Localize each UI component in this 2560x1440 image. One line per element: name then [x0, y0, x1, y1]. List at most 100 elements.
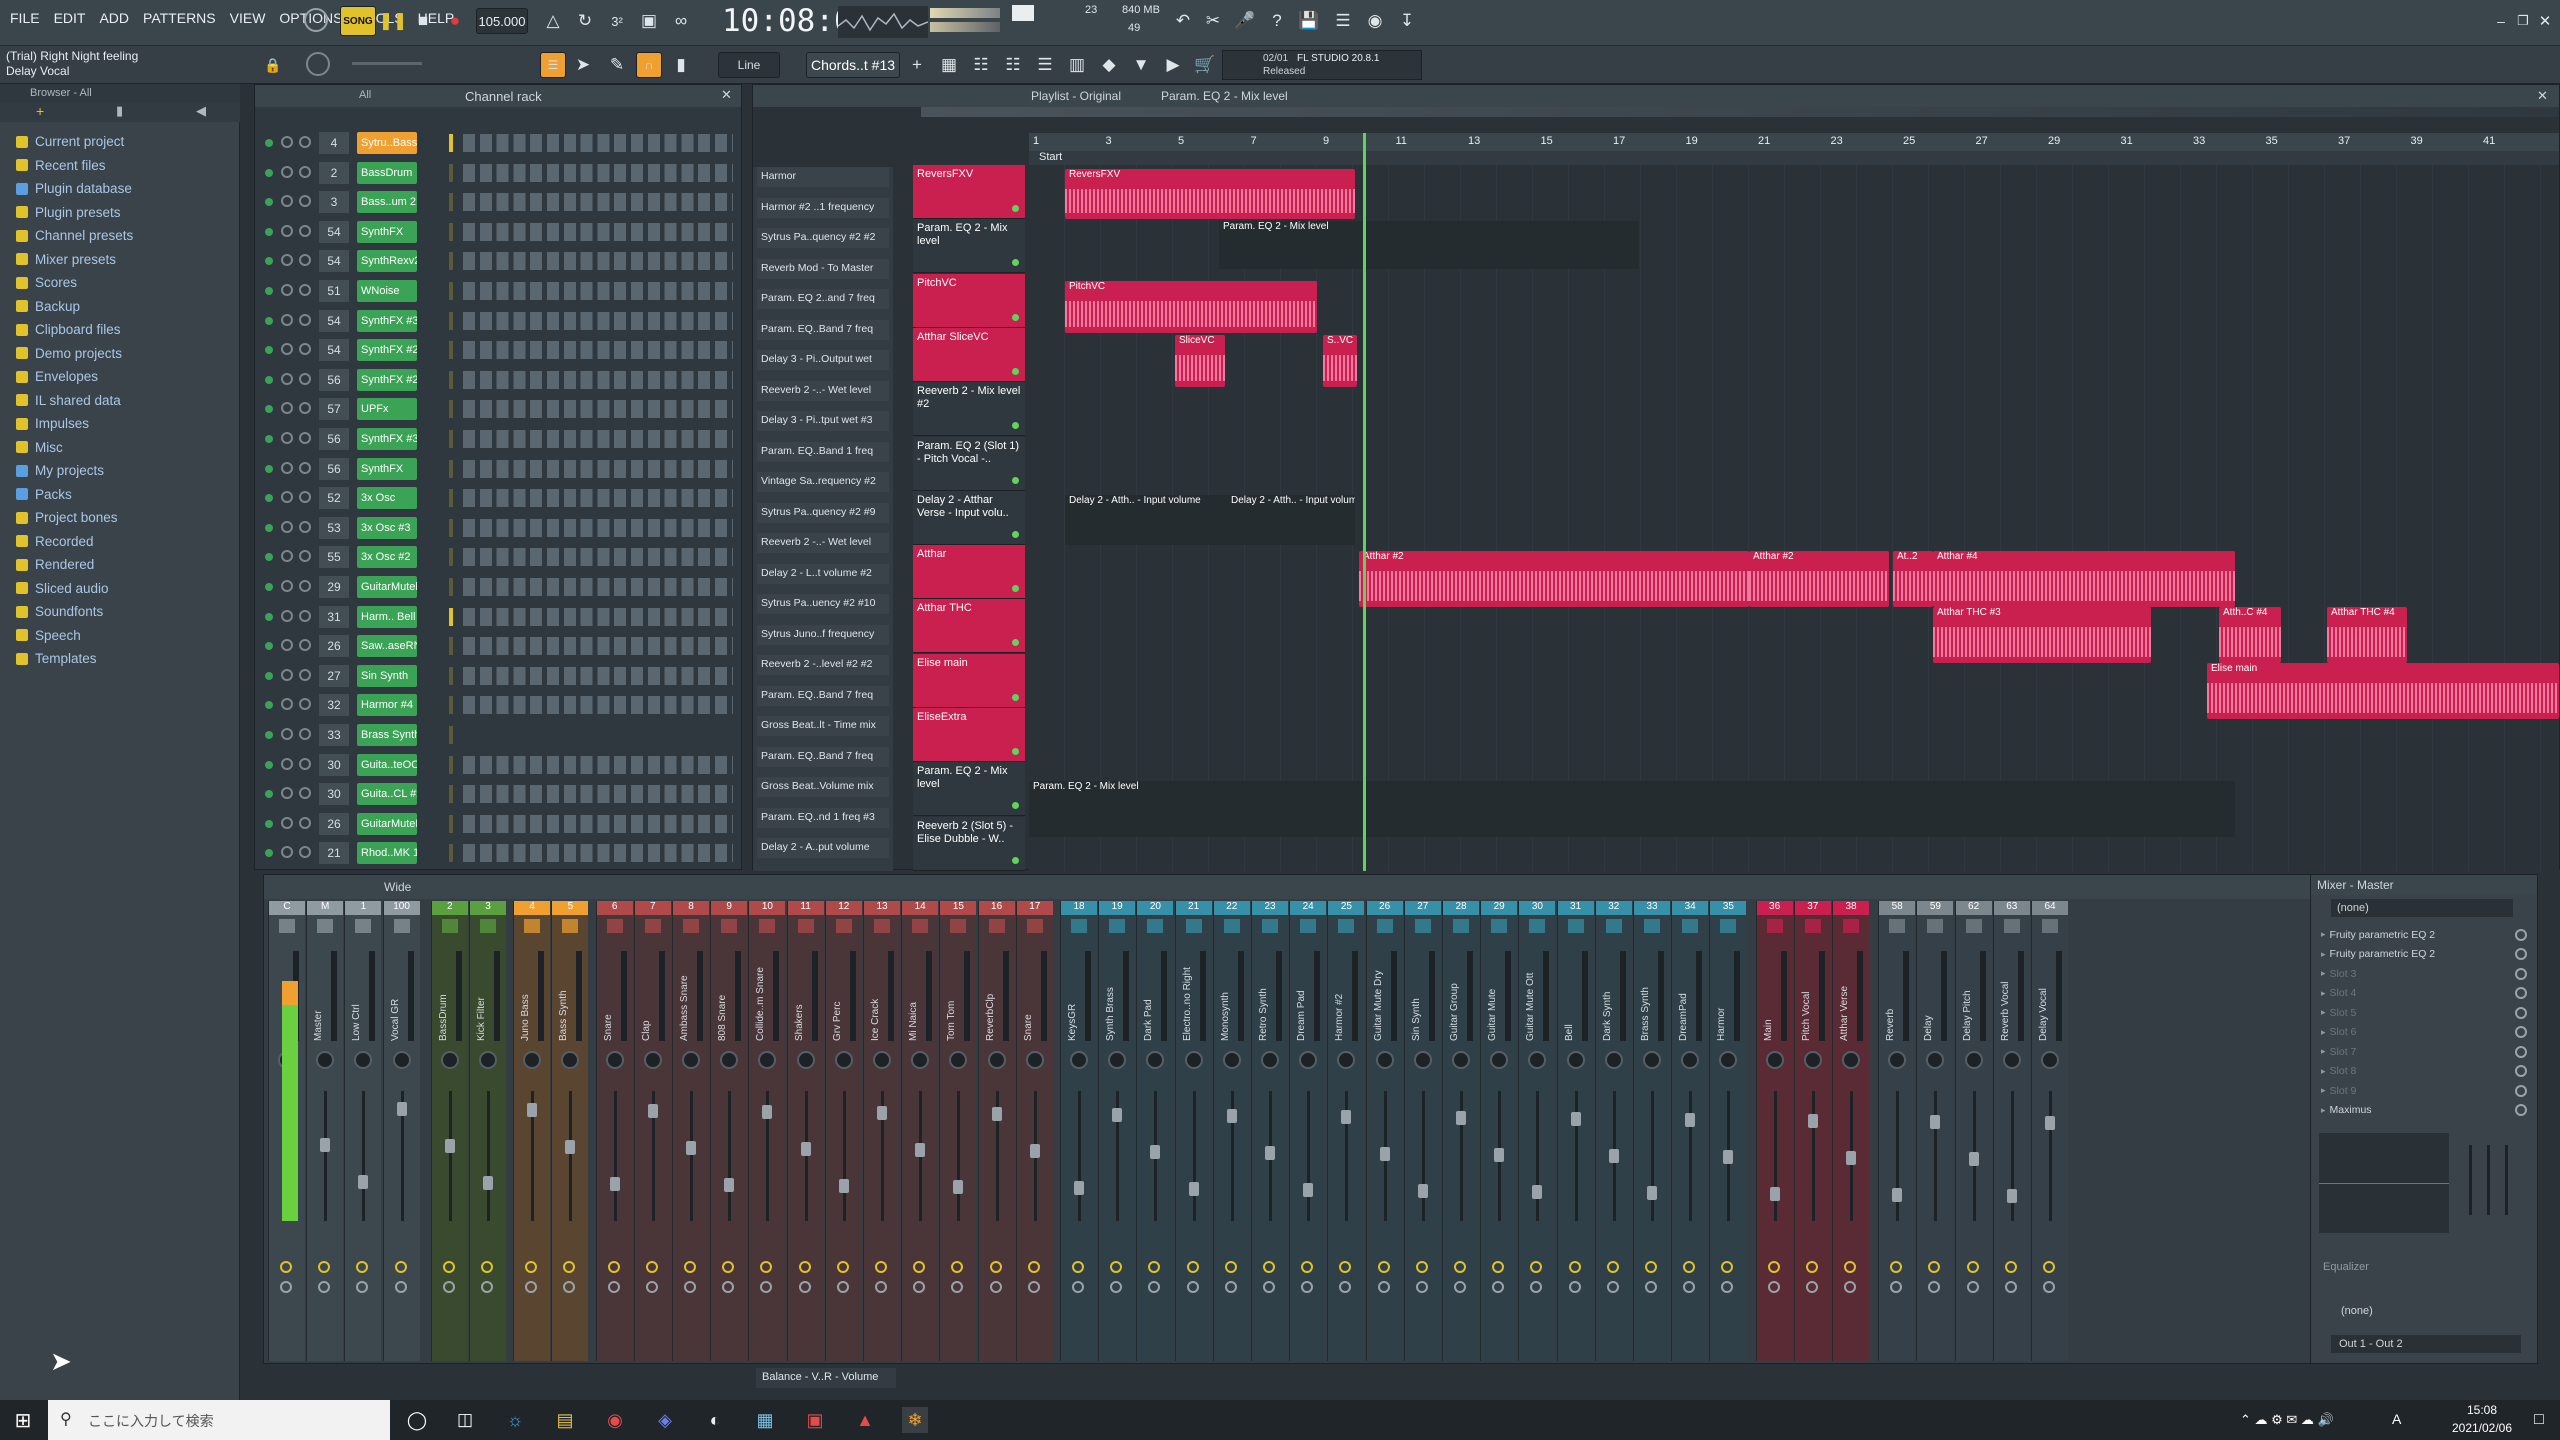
picker-last-item[interactable]: Balance - V..R - Volume [756, 1368, 896, 1388]
playlist-icon[interactable]: ➤ [570, 52, 596, 78]
stamp-icon[interactable]: ▮ [668, 52, 694, 78]
route-knob[interactable] [356, 1261, 369, 1273]
menu-file[interactable]: FILE [10, 10, 40, 26]
send-knob[interactable] [481, 1281, 493, 1293]
mixer-track[interactable]: 3 Kick Filter [469, 901, 506, 1361]
channel-row[interactable]: 27 Sin Synth [255, 662, 741, 690]
channel-name-button[interactable]: Sin Synth [357, 664, 417, 687]
channel-volume-knob[interactable] [299, 224, 311, 237]
main-pitch-knob[interactable] [306, 52, 330, 76]
track-mute-led[interactable] [1012, 259, 1019, 267]
route-knob[interactable] [2043, 1261, 2055, 1273]
channel-select-led[interactable] [449, 814, 453, 833]
picker-item[interactable]: Vintage Sa..requency #2 [757, 472, 889, 492]
slot-mix-knob[interactable] [2515, 948, 2527, 961]
channel-select-led[interactable] [449, 548, 453, 567]
menu-view[interactable]: VIEW [230, 10, 266, 26]
send-knob[interactable] [989, 1281, 1002, 1293]
track-mute-led[interactable] [1012, 476, 1019, 484]
browser-item[interactable]: My projects [0, 459, 240, 483]
mixer-icon[interactable]: ☰ [1330, 8, 1356, 34]
ime-indicator[interactable]: A [2392, 1411, 2401, 1427]
record-audio-icon[interactable]: ▶ [1160, 52, 1186, 78]
pan-knob[interactable] [1413, 1051, 1432, 1069]
route-knob[interactable] [1377, 1261, 1390, 1273]
pan-knob[interactable] [1803, 1051, 1822, 1069]
volume-fader[interactable] [1341, 1110, 1352, 1124]
channel-mute-led[interactable] [265, 139, 273, 147]
volume-fader[interactable] [527, 1103, 538, 1117]
mixer-track[interactable]: 2 BassDrum [430, 901, 468, 1361]
channel-volume-knob[interactable] [299, 639, 311, 652]
mixer-track[interactable]: 20 Dark Pad [1136, 901, 1174, 1361]
channel-pan-knob[interactable] [281, 461, 293, 474]
route-knob[interactable] [1805, 1261, 1818, 1273]
playlist-clip[interactable]: Elise main [2207, 663, 2559, 719]
playlist-clip[interactable]: Delay 2 - Atth.. - Input volume [1065, 495, 1245, 545]
channel-pan-knob[interactable] [281, 224, 293, 237]
volume-fader[interactable] [838, 1179, 849, 1193]
route-knob[interactable] [645, 1261, 658, 1273]
playlist-clip[interactable]: Atthar #2 [1749, 551, 1889, 607]
volume-fader[interactable] [444, 1139, 455, 1153]
track-mute-led[interactable] [1012, 585, 1019, 593]
picker-item[interactable]: Delay 3 - Pi..Output wet [757, 350, 889, 370]
channel-mixer-track[interactable]: 56 [319, 428, 349, 450]
taskbar-search-box[interactable]: ⚲ ここに入力して検索 [48, 1400, 390, 1440]
playlist-clip[interactable]: Atthar THC #3 [1933, 607, 2151, 663]
effect-slot[interactable]: ▸ Slot 4 [2311, 984, 2537, 1004]
send-knob[interactable] [1928, 1281, 1941, 1293]
cortana-icon[interactable]: ◯ [404, 1407, 430, 1433]
playlist-grid[interactable]: ReversFXV Param. EQ 2 - Mix level PitchVC S… [1029, 165, 2559, 871]
browser-icon[interactable]: ▥ [1064, 52, 1090, 78]
mixer-track[interactable]: 27 Sin Synth [1403, 901, 1441, 1361]
step-sequencer[interactable] [463, 222, 733, 241]
channel-mixer-track[interactable]: 30 [319, 783, 349, 806]
pan-knob[interactable] [987, 1051, 1006, 1069]
step-sequencer[interactable] [463, 430, 733, 448]
channel-volume-knob[interactable] [299, 728, 311, 740]
channel-mixer-track[interactable]: 26 [319, 812, 349, 835]
browser-item[interactable]: Soundfonts [0, 600, 240, 624]
snap-selector[interactable]: Line [718, 52, 780, 78]
route-knob[interactable] [1186, 1261, 1199, 1273]
channel-select-led[interactable] [449, 637, 453, 656]
step-sequencer[interactable] [463, 548, 733, 567]
channel-volume-knob[interactable] [299, 165, 311, 178]
channel-name-button[interactable]: UPFx [357, 398, 417, 421]
mixer-track[interactable]: 64 Delay Vocal [2031, 901, 2068, 1361]
channel-select-led[interactable] [449, 311, 453, 330]
slot-mix-knob[interactable] [2515, 1084, 2527, 1097]
route-knob[interactable] [1645, 1261, 1657, 1273]
channel-pan-knob[interactable] [281, 432, 293, 444]
picker-item[interactable]: Sytrus Pa..quency #2 #2 [757, 228, 889, 248]
route-knob[interactable] [760, 1261, 773, 1273]
channel-select-led[interactable] [449, 459, 453, 478]
channel-select-led[interactable] [449, 222, 453, 241]
route-knob[interactable] [836, 1261, 849, 1273]
effect-slot[interactable]: ▸ Slot 8 [2311, 1062, 2537, 1082]
route-knob[interactable] [1027, 1261, 1040, 1273]
route-knob[interactable] [280, 1261, 292, 1273]
channel-mute-led[interactable] [265, 198, 273, 207]
effect-slot[interactable]: ▸ Slot 7 [2311, 1042, 2537, 1062]
channel-mute-led[interactable] [265, 316, 273, 325]
channel-row[interactable]: 29 GuitarMutel [255, 573, 741, 601]
route-knob[interactable] [1454, 1261, 1466, 1273]
channel-name-button[interactable]: SynthFX #3 [357, 309, 417, 332]
step-sequencer[interactable] [463, 844, 733, 863]
channel-volume-knob[interactable] [299, 668, 311, 681]
route-knob[interactable] [1301, 1261, 1314, 1273]
volume-fader[interactable] [1723, 1150, 1734, 1164]
volume-fader[interactable] [320, 1138, 331, 1152]
channel-mixer-track[interactable]: 54 [319, 339, 349, 362]
channel-mute-led[interactable] [265, 346, 273, 355]
channel-select-led[interactable] [449, 400, 453, 419]
channel-volume-knob[interactable] [299, 402, 311, 415]
send-knob[interactable] [1072, 1281, 1084, 1293]
channel-mixer-track[interactable]: 57 [319, 398, 349, 421]
mixer-track[interactable]: 1 Low Ctrl [344, 901, 382, 1361]
volume-fader[interactable] [1807, 1114, 1818, 1128]
channel-volume-knob[interactable] [299, 698, 311, 711]
mixer-track[interactable]: 100 Vocal GR [382, 901, 420, 1361]
